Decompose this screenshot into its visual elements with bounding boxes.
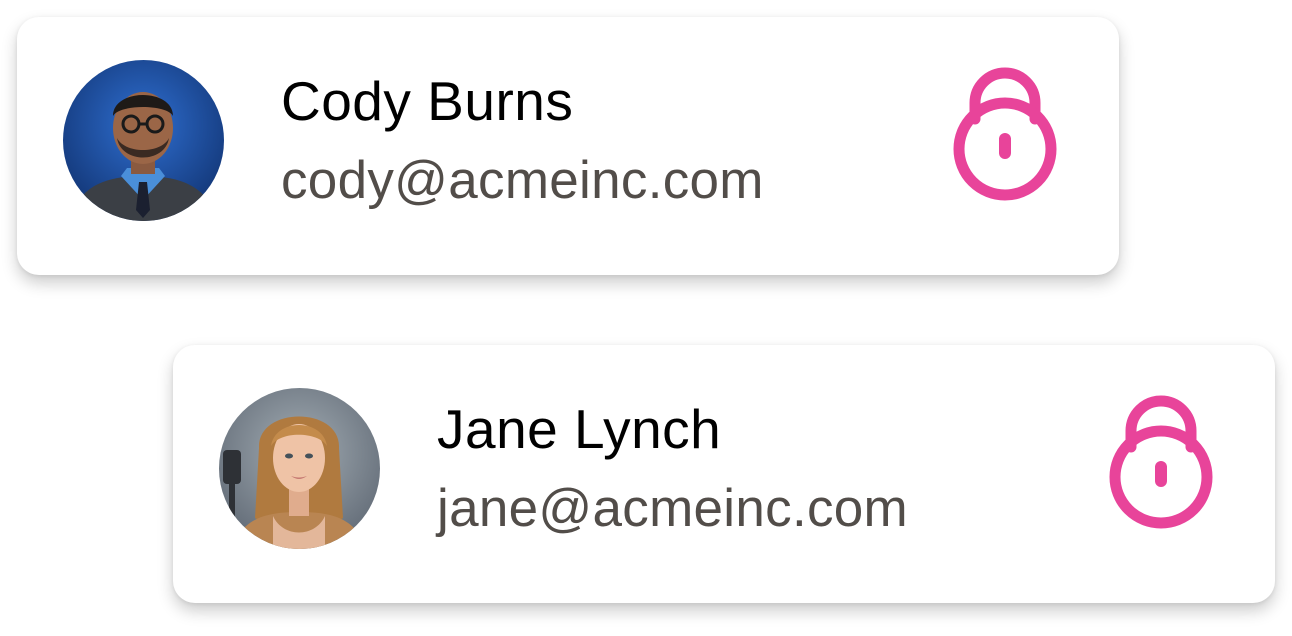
- user-card: Jane Lynch jane@acmeinc.com: [173, 345, 1275, 603]
- lock-icon[interactable]: [945, 59, 1065, 201]
- avatar: [219, 388, 380, 549]
- user-card: Cody Burns cody@acmeinc.com: [17, 17, 1119, 275]
- user-name: Cody Burns: [281, 70, 574, 132]
- avatar: [63, 60, 224, 221]
- lock-icon[interactable]: [1101, 387, 1221, 529]
- user-email: jane@acmeinc.com: [437, 479, 909, 538]
- user-email: cody@acmeinc.com: [281, 151, 764, 210]
- avatar-photo-jane: [219, 388, 380, 549]
- user-name: Jane Lynch: [437, 398, 722, 460]
- avatar-photo-cody: [63, 60, 224, 221]
